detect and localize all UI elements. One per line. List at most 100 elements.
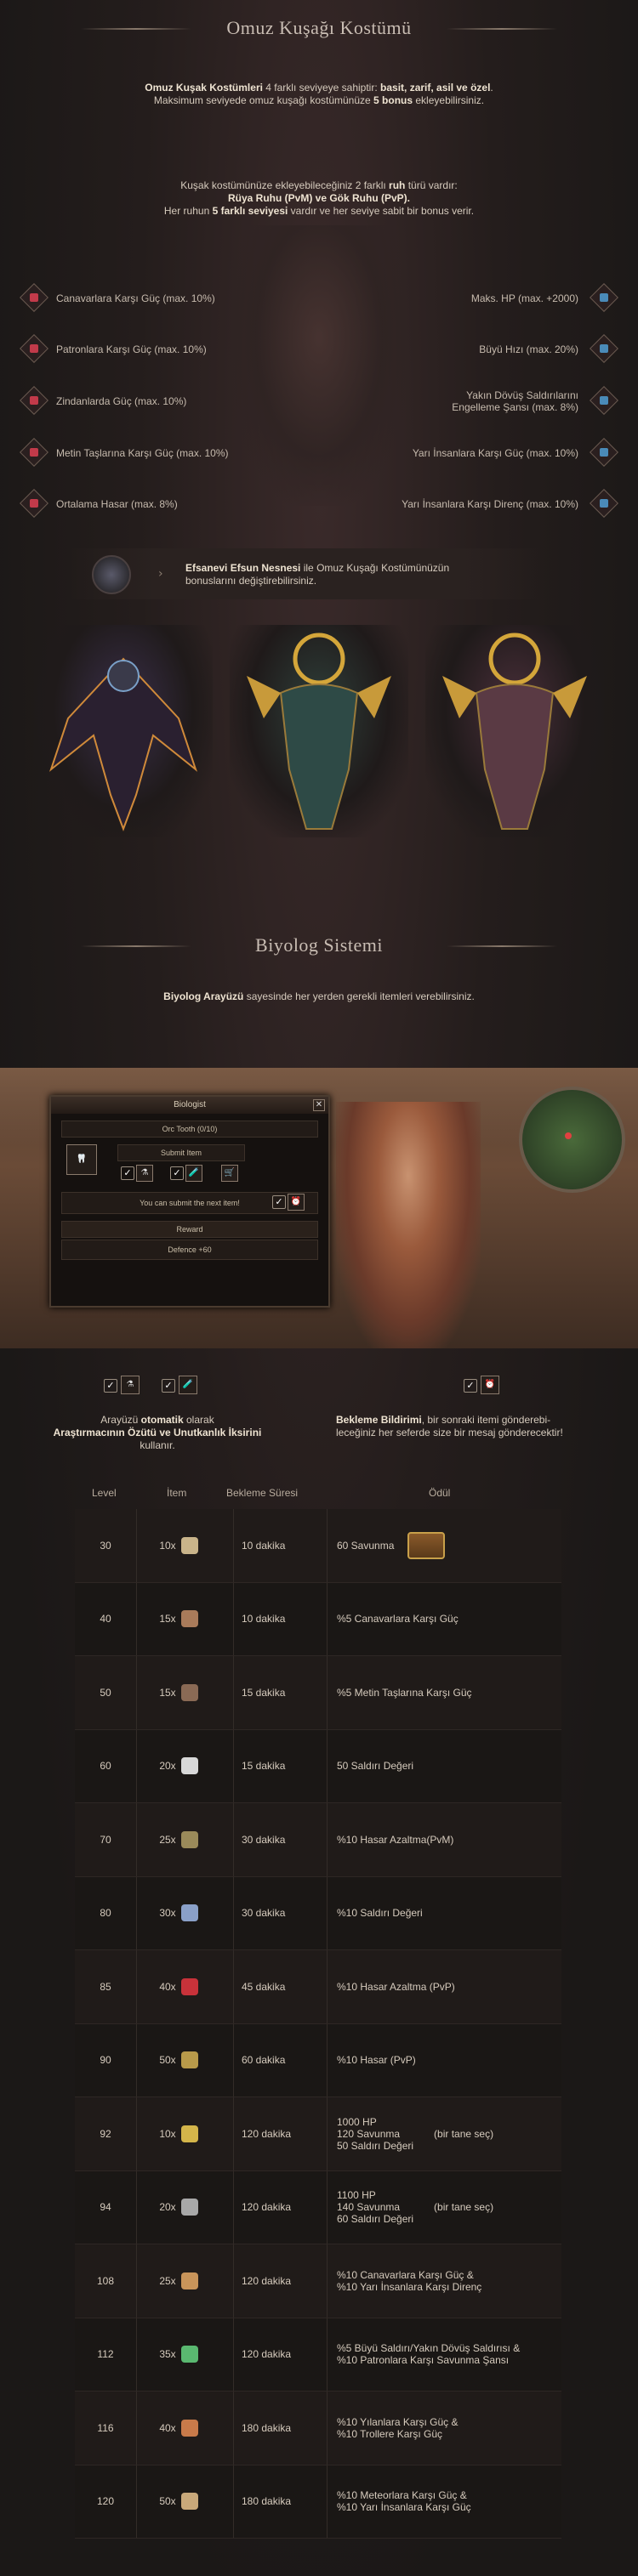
level-cell: 85 (75, 1950, 136, 2023)
column-divider (136, 2170, 137, 2244)
wait-cell: 120 dakika (233, 2171, 318, 2244)
wait-value: 60 dakika (242, 2054, 286, 2067)
wait-value: 15 dakika (242, 1760, 286, 1773)
reward-line: 1000 HP (337, 2115, 377, 2128)
reward-cell: %5 Büyü Saldırı/Yakın Dövüş Saldırısı &%… (327, 2318, 561, 2392)
column-divider (327, 2023, 328, 2097)
reward-line: %10 Patronlara Karşı Savunma Şansı (337, 2354, 510, 2367)
column-divider (327, 2392, 328, 2465)
reward-line: %10 Hasar Azaltma (PvP) (337, 1980, 455, 1993)
reward-lines: 1100 HP 140 Savunma 60 Saldırı Değeri (337, 2189, 413, 2225)
character-silhouette (230, 225, 408, 506)
wait-value: 30 dakika (242, 1907, 286, 1920)
item-quantity: 50x (159, 2054, 176, 2067)
level-cell: 116 (75, 2392, 136, 2465)
biolog-item-icon (180, 2419, 198, 2437)
wait-value: 120 dakika (242, 2127, 292, 2140)
level-cell: 40 (75, 1583, 136, 1656)
wait-cell: 60 dakika (233, 2024, 318, 2097)
column-divider (327, 2244, 328, 2318)
research-extract-icon: ⚗ (121, 1376, 140, 1394)
column-divider (136, 1509, 137, 1582)
column-divider (327, 1656, 328, 1729)
wait-value: 120 dakika (242, 2348, 292, 2361)
table-row: 116 40x 180 dakika %10 Yılanlara Karşı Güç … (75, 2392, 561, 2465)
column-divider (136, 2392, 137, 2465)
dream-spirit-gem-icon (20, 438, 48, 467)
page: { "section1":{ "title":"Omuz Kuşağı Kost… (0, 0, 638, 2576)
reward-line: 50 Saldırı Değeri (337, 1760, 414, 1773)
wait-value: 45 dakika (242, 1980, 286, 1993)
left-bonus: Patronlara Karşı Güç (max. 10%) (56, 343, 207, 355)
auto-potion-checkbox[interactable]: ✓ (170, 1166, 184, 1180)
column-divider (233, 1729, 234, 1802)
level-value: 90 (100, 2054, 111, 2067)
item-cell: 50x (136, 2465, 221, 2539)
biologist-window: Biologist ✕ Orc Tooth (0/10) 🦷 Submit It… (49, 1095, 330, 1308)
level-value: 92 (100, 2127, 111, 2140)
wait-value: 180 dakika (242, 2421, 292, 2434)
biolog-item-icon (180, 1977, 198, 1995)
biolog-item-icon (180, 2051, 198, 2069)
col-header-reward: Ödül (429, 1487, 451, 1499)
legendary-enchant-item-icon (92, 555, 131, 594)
reward-cell: %10 Meteorlara Karşı Güç & %10 Yarı İnsan… (327, 2465, 561, 2539)
column-divider (136, 1803, 137, 1876)
level-value: 116 (97, 2421, 114, 2434)
reward-line: %5 Büyü Saldırı/Yakın Dövüş Saldırısı & (337, 2342, 521, 2355)
reward-line: 1100 HP (337, 2189, 376, 2202)
reward-lines: %10 Meteorlara Karşı Güç & %10 Yarı İnsan… (337, 2489, 471, 2513)
costume-section-title: Omuz Kuşağı Kostümü (226, 17, 412, 38)
item-quantity: 25x (159, 1833, 176, 1846)
item-quantity: 15x (159, 1686, 176, 1699)
dream-spirit-gem-icon (20, 283, 48, 312)
reward-line: 60 Savunma (337, 1539, 395, 1552)
reward-cell: 60 Savunma (327, 1509, 561, 1582)
column-divider (233, 2170, 234, 2244)
reward-lines: %10 Hasar Azaltma (PvP) (337, 1981, 455, 1993)
col-header-wait: Bekleme Süresi (226, 1487, 299, 1499)
biolog-item-icon (180, 1830, 198, 1848)
close-icon[interactable]: ✕ (313, 1099, 325, 1111)
reward-line: 140 Savunma (337, 2201, 401, 2214)
item-cell: 10x (136, 2097, 221, 2170)
auto-potion-checkbox: ✓ (162, 1379, 175, 1393)
wait-value: 180 dakika (242, 2495, 292, 2508)
reward-note: (bir tane seç) (434, 2201, 494, 2214)
auto-research-checkbox[interactable]: ✓ (121, 1166, 134, 1180)
item-quantity: 20x (159, 2201, 176, 2214)
level-cell: 80 (75, 1877, 136, 1950)
wait-value: 30 dakika (242, 1833, 286, 1846)
sky-spirit-gem-icon (590, 283, 618, 312)
column-divider (233, 1582, 234, 1655)
left-bonus: Ortalama Hasar (max. 8%) (56, 498, 178, 510)
biolog-item-icon (180, 1610, 198, 1628)
forgetfulness-potion-icon: 🧪 (185, 1165, 202, 1182)
auto-feature-text: Arayüzü otomatik olarak Araştırmacının Ö… (53, 1414, 262, 1451)
biolog-game-screenshot: Biologist ✕ Orc Tooth (0/10) 🦷 Submit It… (0, 1068, 638, 1348)
table-row: 50 15x 15 dakika %5 Metin Taşlarına Karşı G… (75, 1656, 561, 1730)
item-cell: 20x (136, 1730, 221, 1803)
reward-cell: %10 Hasar (PvP) (327, 2024, 561, 2097)
column-divider (233, 1509, 234, 1582)
table-row: 30 10x 10 dakika 60 Savunma (75, 1509, 561, 1583)
biolog-item-icon (180, 2272, 198, 2289)
reward-cell: %10 Hasar Azaltma(PvM) (327, 1803, 561, 1876)
dream-spirit-gem-icon (20, 489, 48, 518)
biologist-window-title: Biologist (51, 1097, 328, 1114)
level-cell: 94 (75, 2171, 136, 2244)
column-divider (136, 2244, 137, 2318)
level-value: 120 (96, 2495, 115, 2508)
column-divider (327, 2170, 328, 2244)
cart-icon[interactable]: 🛒 (221, 1165, 238, 1182)
submit-item-button[interactable]: Submit Item (117, 1144, 245, 1161)
column-divider (136, 1582, 137, 1655)
level-value: 112 (97, 2348, 114, 2361)
item-cell: 40x (136, 1950, 221, 2023)
reward-cell: 50 Saldırı Değeri (327, 1730, 561, 1803)
wait-cell: 120 dakika (233, 2097, 318, 2170)
notify-checkbox[interactable]: ✓ (272, 1195, 286, 1209)
table-row: 92 10x 120 dakika 1000 HP 120 Savunma 50 Sald… (75, 2097, 561, 2171)
reward-line: %10 Hasar Azaltma(PvM) (337, 1833, 454, 1846)
wait-cell: 10 dakika (233, 1583, 318, 1656)
